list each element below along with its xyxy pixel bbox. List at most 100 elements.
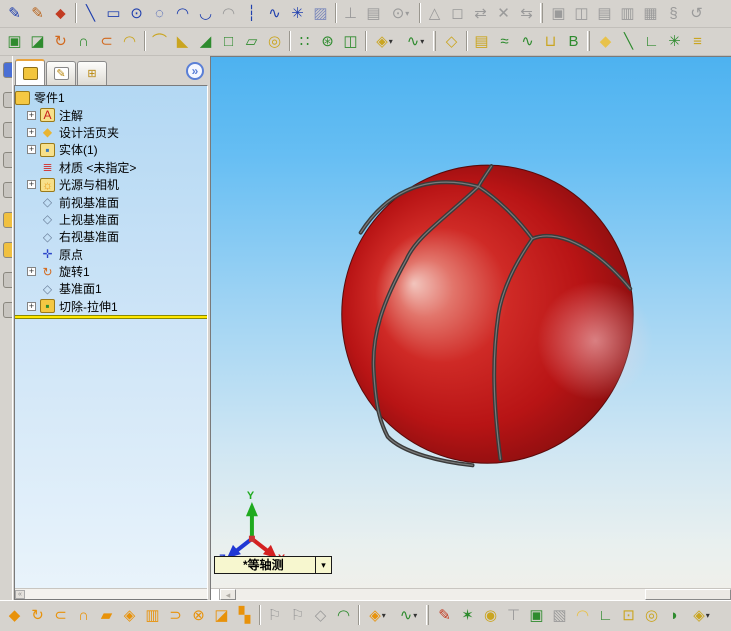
dome2-icon[interactable]: ◠ bbox=[571, 604, 594, 627]
extruded-surface-icon[interactable]: ◆ bbox=[3, 604, 26, 627]
circle-icon[interactable]: ⊙ bbox=[125, 2, 148, 25]
hole-series-icon[interactable]: ◎ bbox=[640, 604, 663, 627]
area-hatch-icon[interactable]: ▨ bbox=[309, 2, 332, 25]
tree-item-origin[interactable]: ✛ 原点 bbox=[15, 246, 207, 263]
lofted-surface-icon[interactable]: ∩ bbox=[72, 604, 95, 627]
tree-item-revolve-feature[interactable]: + ↻ 旋转1 bbox=[15, 263, 207, 280]
scroll-left-button[interactable]: ◂ bbox=[220, 589, 236, 600]
modify-sketch-icon[interactable]: ⬥ bbox=[49, 2, 72, 25]
expand-box[interactable]: + bbox=[27, 267, 36, 277]
expand-box[interactable]: + bbox=[27, 127, 36, 137]
reference-point-icon[interactable]: ◈ ▾ bbox=[369, 30, 400, 53]
extrude-from-surface-icon[interactable]: ▣ bbox=[525, 604, 548, 627]
wedge-tool-icon[interactable]: ◗ bbox=[663, 604, 686, 627]
extruded-boss-icon[interactable]: ▣ bbox=[3, 30, 26, 53]
view-orientation-dropdown-arrow[interactable]: ▾ bbox=[315, 557, 331, 573]
reference-point-icon[interactable]: ◈ ▾ bbox=[362, 604, 393, 627]
dropdown-arrow-icon[interactable]: ▾ bbox=[706, 611, 710, 620]
pane-split-box[interactable] bbox=[211, 589, 220, 600]
toolbar-grip[interactable] bbox=[585, 30, 594, 53]
toolbar-grip[interactable] bbox=[538, 2, 547, 25]
dropdown-arrow-icon[interactable]: ▾ bbox=[405, 9, 409, 18]
dome-feature-icon[interactable]: ◠ bbox=[118, 30, 141, 53]
trim-surface-icon[interactable]: ◪ bbox=[210, 604, 233, 627]
extend-surface-icon[interactable]: ⊃ bbox=[164, 604, 187, 627]
dropdown-arrow-icon[interactable]: ▾ bbox=[413, 611, 417, 620]
knit-surface-icon[interactable]: ▥ bbox=[141, 604, 164, 627]
lofted-boss-icon[interactable]: ⊂ bbox=[95, 30, 118, 53]
dropdown-arrow-icon[interactable]: ▾ bbox=[389, 37, 393, 46]
dropdown-arrow-icon[interactable]: ▾ bbox=[420, 37, 424, 46]
view-orientation-combo[interactable]: *等轴测 ▾ bbox=[214, 556, 332, 574]
graphics-viewport[interactable]: Y X Z *等轴测 ▾ ◂ bbox=[210, 56, 731, 600]
rectangle-icon[interactable]: ▭ bbox=[102, 2, 125, 25]
axis-icon[interactable]: ╲ bbox=[617, 30, 640, 53]
expand-box[interactable]: + bbox=[27, 301, 36, 311]
filled-surface-icon[interactable]: ▚ bbox=[233, 604, 256, 627]
linear-pattern-icon[interactable]: ∷ bbox=[293, 30, 316, 53]
radiate-surface-icon[interactable]: ≈ bbox=[493, 30, 516, 53]
curve-icon[interactable]: ∿ ▾ bbox=[400, 30, 431, 53]
untrim-surface-icon[interactable]: ⊗ bbox=[187, 604, 210, 627]
spline-icon[interactable]: ∿ bbox=[263, 2, 286, 25]
tree-item-annotations-folder[interactable]: + A 注解 bbox=[15, 106, 207, 123]
tab-propertymanager[interactable]: ✎ bbox=[46, 61, 76, 85]
tree-item-cut-extrude-feature[interactable]: + ▪ 切除-拉伸1 bbox=[15, 298, 207, 315]
derived-sketch-icon[interactable]: ✶ bbox=[456, 604, 479, 627]
tree-item-part[interactable]: 零件1 bbox=[15, 89, 207, 106]
tree-item-top-plane[interactable]: ◇ 上视基准面 bbox=[15, 211, 207, 228]
hole-wizard-icon[interactable]: ◎ bbox=[263, 30, 286, 53]
tree-item-front-plane[interactable]: ◇ 前视基准面 bbox=[15, 193, 207, 210]
swept-boss-icon[interactable]: ∩ bbox=[72, 30, 95, 53]
panel-bottom-scrollbar[interactable]: « bbox=[15, 588, 207, 599]
convert-entities-icon[interactable]: ◉ bbox=[479, 604, 502, 627]
dropdown-arrow-icon[interactable]: ▾ bbox=[382, 611, 386, 620]
perimeter-circle-icon[interactable]: ◌ bbox=[148, 2, 171, 25]
centerline-icon[interactable]: ┆ bbox=[240, 2, 263, 25]
point-icon[interactable]: ✳ bbox=[286, 2, 309, 25]
expand-box[interactable]: + bbox=[27, 110, 36, 120]
boundary-surface-icon[interactable]: B bbox=[562, 30, 585, 53]
centerpoint-arc-icon[interactable]: ◠ bbox=[171, 2, 194, 25]
toolbar-grip[interactable] bbox=[424, 604, 433, 627]
rollback-bar[interactable] bbox=[15, 315, 207, 320]
chamfer-icon[interactable]: ◣ bbox=[171, 30, 194, 53]
dome-icon[interactable]: ◠ bbox=[332, 604, 355, 627]
revolved-boss-icon[interactable]: ↻ bbox=[49, 30, 72, 53]
cut-extrude-icon[interactable]: ⊡ bbox=[617, 604, 640, 627]
viewport-hscrollbar[interactable]: ◂ bbox=[211, 588, 731, 600]
tangent-arc-icon[interactable]: ◡ bbox=[194, 2, 217, 25]
basketball-model[interactable] bbox=[341, 164, 654, 468]
panel-scroll-knob[interactable]: « bbox=[15, 589, 25, 599]
coordinate-system-icon[interactable]: ∟ bbox=[640, 30, 663, 53]
extruded-surface-icon[interactable]: ▤ bbox=[470, 30, 493, 53]
tree-item-design-binder[interactable]: + ◆ 设计活页夹 bbox=[15, 124, 207, 141]
circular-pattern-icon[interactable]: ⊛ bbox=[316, 30, 339, 53]
lofted-surface-icon[interactable]: ⊔ bbox=[539, 30, 562, 53]
tree-item-solid-bodies-folder[interactable]: + ▪ 实体(1) bbox=[15, 141, 207, 158]
tab-featuremanager[interactable] bbox=[15, 59, 45, 85]
curve-icon[interactable]: ∿ ▾ bbox=[393, 604, 424, 627]
extruded-cut-icon[interactable]: ◪ bbox=[26, 30, 49, 53]
tree-item-plane1[interactable]: ◇ 基准面1 bbox=[15, 280, 207, 297]
angle-tool-icon[interactable]: ∟ bbox=[594, 604, 617, 627]
line-icon[interactable]: ╲ bbox=[79, 2, 102, 25]
toolbar-grip[interactable] bbox=[431, 30, 440, 53]
surface-icon[interactable]: ◇ bbox=[440, 30, 463, 53]
3d-sketch-icon[interactable]: ✎ bbox=[26, 2, 49, 25]
panel-collapse-button[interactable]: » bbox=[186, 62, 204, 80]
scrollbar-thumb[interactable] bbox=[645, 589, 731, 600]
tree-item-lights-cameras-folder[interactable]: + ☼ 光源与相机 bbox=[15, 176, 207, 193]
swept-surface-icon[interactable]: ⊂ bbox=[49, 604, 72, 627]
draft-icon[interactable]: ◢ bbox=[194, 30, 217, 53]
scrollbar-track[interactable] bbox=[236, 589, 731, 600]
expand-box[interactable]: + bbox=[27, 180, 36, 190]
shell-icon[interactable]: □ bbox=[217, 30, 240, 53]
fillet-icon[interactable]: ⌒ bbox=[148, 30, 171, 53]
offset-surface-icon[interactable]: ◈ bbox=[118, 604, 141, 627]
mate-reference-icon[interactable]: ≡ bbox=[686, 30, 709, 53]
swept-surface-icon[interactable]: ∿ bbox=[516, 30, 539, 53]
mirror-feature-icon[interactable]: ◫ bbox=[339, 30, 362, 53]
reference-point2-icon[interactable]: ✳ bbox=[663, 30, 686, 53]
3d-sketch-icon[interactable]: ✎ bbox=[433, 604, 456, 627]
